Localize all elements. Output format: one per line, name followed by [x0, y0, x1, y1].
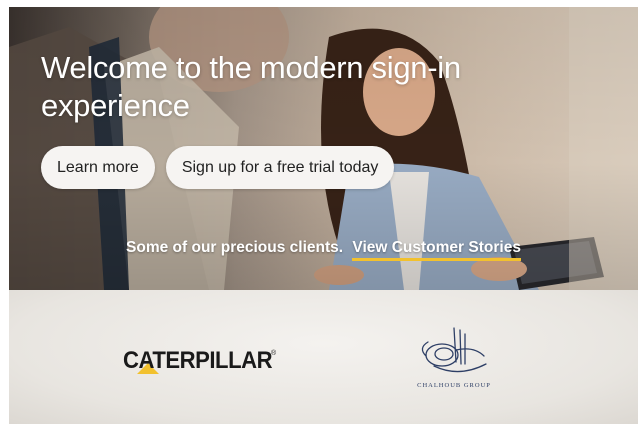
caterpillar-logo: CATERPILLAR ® — [123, 347, 276, 375]
hero-title: Welcome to the modern sign-in experience — [41, 50, 461, 123]
client-logos-section: CATERPILLAR ® CHALHOUB GROUP — [9, 290, 638, 424]
chalhoub-calligraphy-icon — [421, 327, 487, 373]
clients-line: Some of our precious clients. View Custo… — [9, 239, 638, 261]
free-trial-button[interactable]: Sign up for a free trial today — [165, 146, 395, 189]
promo-banner: Welcome to the modern sign-in experience… — [9, 7, 638, 424]
chalhoub-logo: CHALHOUB GROUP — [404, 320, 504, 400]
clients-text: Some of our precious clients. — [126, 239, 344, 256]
learn-more-button[interactable]: Learn more — [41, 146, 155, 189]
view-customer-stories-link[interactable]: View Customer Stories — [352, 239, 521, 261]
hero-section: Welcome to the modern sign-in experience… — [9, 7, 638, 290]
caterpillar-wordmark: CATERPILLAR — [123, 347, 273, 374]
hero-button-group: Learn more Sign up for a free trial toda… — [41, 146, 395, 189]
chalhoub-wordmark: CHALHOUB GROUP — [417, 382, 491, 389]
